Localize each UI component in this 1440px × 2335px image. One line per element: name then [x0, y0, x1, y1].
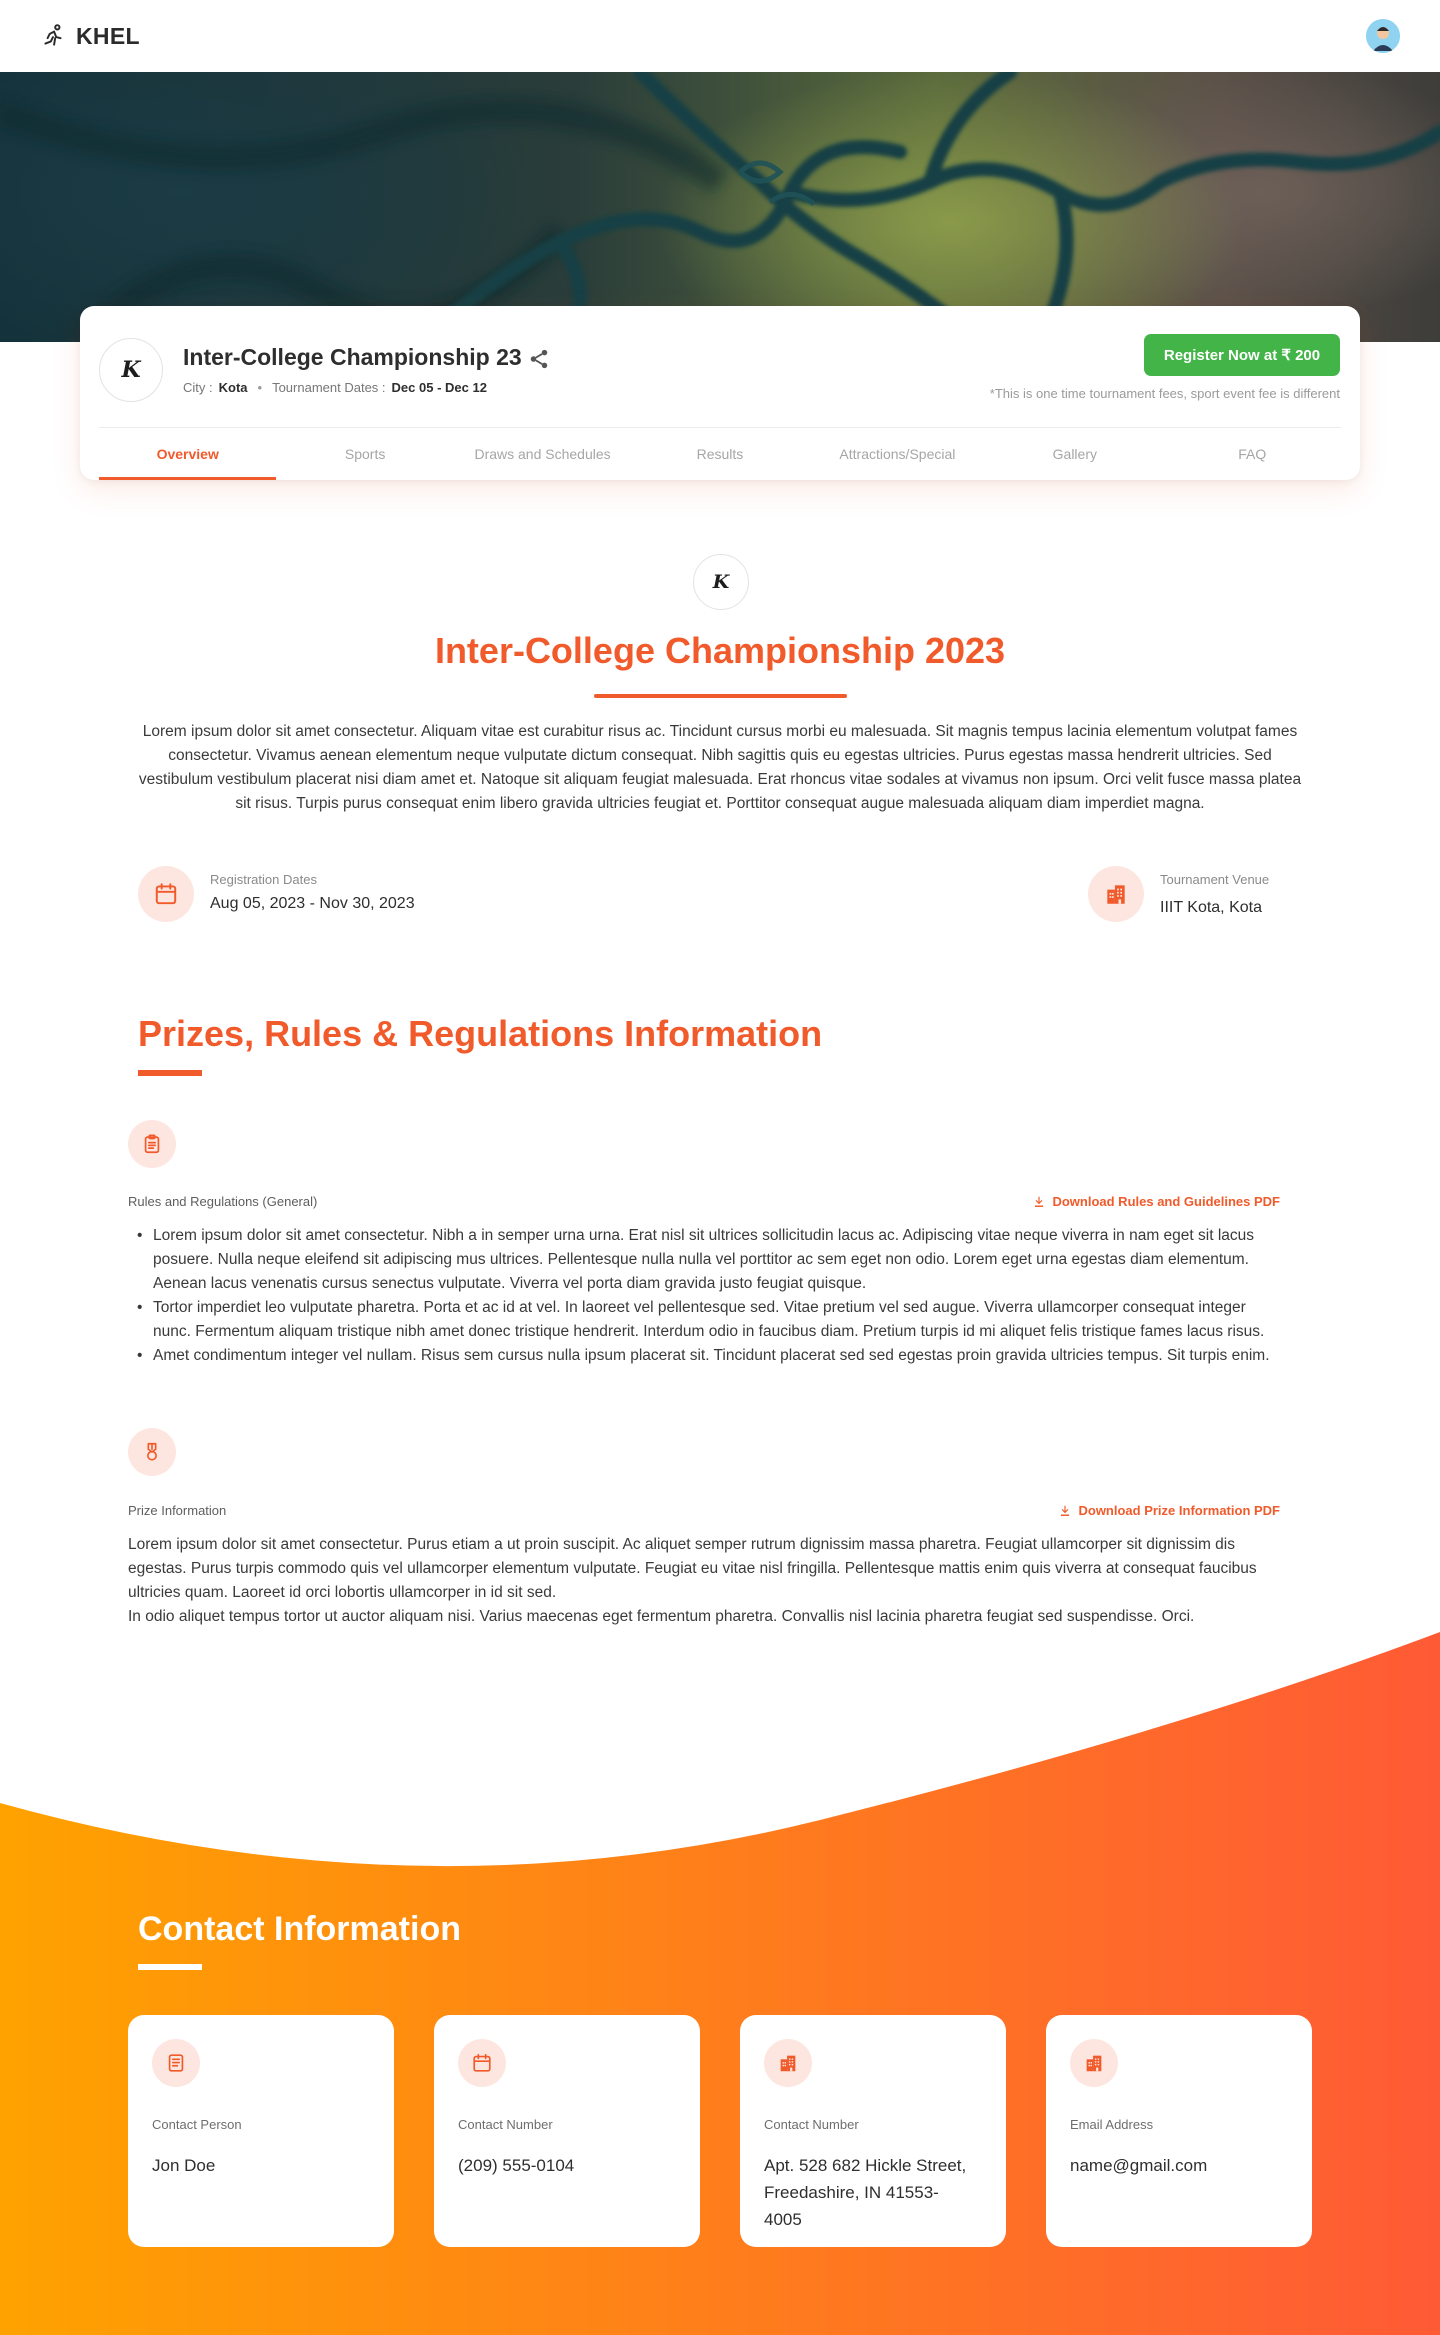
- dates-value: Dec 05 - Dec 12: [391, 380, 487, 395]
- event-tabs: Overview Sports Draws and Schedules Resu…: [99, 427, 1341, 480]
- share-icon[interactable]: [528, 348, 550, 370]
- tab-draws-schedules[interactable]: Draws and Schedules: [454, 428, 631, 480]
- calendar-icon: [155, 883, 177, 905]
- rules-list: Lorem ipsum dolor sit amet consectetur. …: [135, 1224, 1285, 1368]
- contact-underline: [138, 1964, 202, 1970]
- overview-logo-letter: K: [712, 571, 730, 593]
- prize-paragraph: Lorem ipsum dolor sit amet consectetur. …: [128, 1536, 1257, 1601]
- document-icon: [168, 2054, 184, 2072]
- avatar[interactable]: [1366, 19, 1400, 53]
- contact-number-value[interactable]: (209) 555-0104: [458, 2152, 676, 2179]
- medal-icon-circle: [128, 1428, 176, 1476]
- user-avatar-icon: [1366, 19, 1400, 53]
- contact-card-number: Contact Number (209) 555-0104: [434, 2015, 700, 2247]
- prize-text: Lorem ipsum dolor sit amet consectetur. …: [128, 1533, 1288, 1629]
- medal-icon: [147, 1442, 157, 1461]
- venue-value: IIIT Kota, Kota: [1160, 899, 1262, 916]
- brand[interactable]: KHEL: [40, 23, 140, 50]
- calendar-icon-circle: [458, 2039, 506, 2087]
- runner-icon: [44, 24, 62, 46]
- title-underline: [594, 694, 847, 698]
- organizer-logo: K: [99, 338, 163, 402]
- building-icon-circle: [1070, 2039, 1118, 2087]
- brand-name: KHEL: [76, 22, 140, 49]
- building-icon: [1107, 885, 1125, 904]
- city-value: Kota: [218, 380, 248, 395]
- register-button[interactable]: Register Now at ₹ 200: [1144, 334, 1340, 376]
- overview-description: Lorem ipsum dolor sit amet consectetur. …: [138, 723, 1302, 812]
- event-meta: City : Kota • Tournament Dates : Dec 05 …: [183, 380, 487, 395]
- download-rules-label: Download Rules and Guidelines PDF: [1052, 1194, 1280, 1209]
- meta-separator: •: [257, 380, 263, 395]
- list-item: Amet condimentum integer vel nullam. Ris…: [135, 1344, 1285, 1368]
- overview-logo: K: [693, 554, 749, 610]
- list-item: Lorem ipsum dolor sit amet consectetur. …: [135, 1224, 1285, 1296]
- city-label: City :: [183, 380, 213, 395]
- rules-label: Rules and Regulations (General): [128, 1194, 318, 1209]
- download-icon: [1035, 1196, 1044, 1207]
- tab-results[interactable]: Results: [631, 428, 808, 480]
- calendar-icon: [473, 2053, 491, 2072]
- building-icon: [1086, 2055, 1102, 2072]
- fee-note: *This is one time tournament fees, sport…: [989, 386, 1340, 401]
- contact-card-person: Contact Person Jon Doe: [128, 2015, 394, 2247]
- prize-label: Prize Information: [128, 1503, 227, 1518]
- prizes-section-title: Prizes, Rules & Regulations Information: [138, 1013, 823, 1054]
- download-prize-link[interactable]: Download Prize Information PDF: [1058, 1503, 1280, 1518]
- clipboard-icon-circle: [128, 1120, 176, 1168]
- tab-gallery[interactable]: Gallery: [986, 428, 1163, 480]
- email-label: Email Address: [1070, 2117, 1154, 2132]
- tab-attractions[interactable]: Attractions/Special: [809, 428, 986, 480]
- registration-label: Registration Dates: [210, 872, 317, 887]
- building-icon-circle: [1088, 866, 1144, 922]
- download-icon: [1061, 1505, 1070, 1516]
- download-prize-label: Download Prize Information PDF: [1078, 1503, 1280, 1518]
- contact-number-label: Contact Number: [458, 2117, 553, 2132]
- tab-sports[interactable]: Sports: [276, 428, 453, 480]
- contact-person-value: Jon Doe: [152, 2156, 216, 2175]
- tab-overview[interactable]: Overview: [99, 428, 277, 480]
- venue-label: Tournament Venue: [1160, 872, 1270, 887]
- contact-person-label: Contact Person: [152, 2117, 242, 2132]
- overview-title: Inter-College Championship 2023: [434, 630, 1006, 671]
- clipboard-icon: [144, 1134, 160, 1154]
- event-summary-card: K Inter-College Championship 23 City : K…: [80, 306, 1360, 480]
- section-underline: [138, 1070, 202, 1076]
- top-navbar: KHEL: [0, 0, 1440, 72]
- tab-faq[interactable]: FAQ: [1164, 428, 1341, 480]
- hero-banner: [0, 72, 1440, 342]
- contact-title: Contact Information: [138, 1910, 461, 1948]
- registration-dates: Registration Dates Aug 05, 2023 - Nov 30…: [138, 866, 415, 922]
- document-icon-circle: [152, 2039, 200, 2087]
- contact-card-address: Contact Number Apt. 528 682 Hickle Stree…: [740, 2015, 1006, 2247]
- tournament-venue: Tournament Venue IIIT Kota, Kota: [1088, 866, 1269, 922]
- building-icon: [780, 2055, 796, 2072]
- contact-address-label: Contact Number: [764, 2117, 859, 2132]
- email-value[interactable]: name@gmail.com: [1070, 2152, 1288, 2179]
- building-icon-circle: [764, 2039, 812, 2087]
- calendar-icon-circle: [138, 866, 194, 922]
- contact-card-email: Email Address name@gmail.com: [1046, 2015, 1312, 2247]
- event-title: Inter-College Championship 23: [183, 344, 522, 370]
- dates-label: Tournament Dates :: [272, 380, 386, 395]
- net-image: [0, 72, 1440, 342]
- download-rules-link[interactable]: Download Rules and Guidelines PDF: [1032, 1194, 1280, 1209]
- contact-address-value: Apt. 528 682 Hickle Street, Freedashire,…: [764, 2156, 967, 2229]
- logo-letter: K: [121, 357, 141, 383]
- list-item: Tortor imperdiet leo vulputate pharetra.…: [135, 1296, 1285, 1344]
- registration-value: Aug 05, 2023 - Nov 30, 2023: [210, 895, 415, 912]
